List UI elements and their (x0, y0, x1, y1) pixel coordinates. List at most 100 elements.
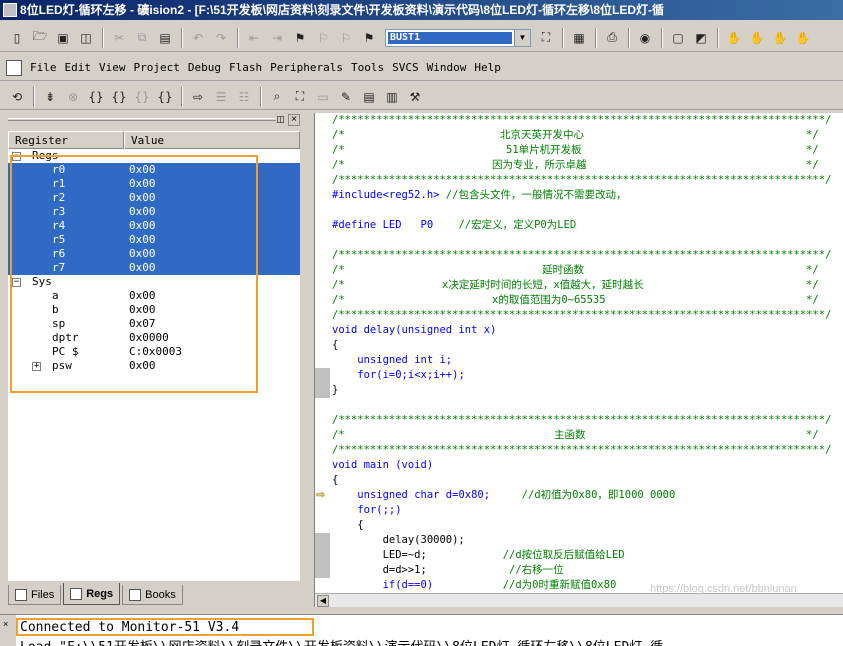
new-file-icon[interactable]: ▯ (6, 27, 28, 49)
tab-books[interactable]: Books (122, 585, 183, 605)
menu-window[interactable]: Window (423, 61, 471, 74)
code-line: /***************************************… (332, 249, 832, 261)
output-line: Load "F:\\51开发板\\网店资料\\刻录文件\\开发板资料\\演示代码… (20, 636, 663, 646)
find-in-files-icon[interactable]: ▦ (568, 27, 590, 49)
code-line: LED=~d; //d按位取反后赋值给LED (382, 549, 625, 561)
watermark: https://blog.csdn.net/bbnlunan (650, 583, 797, 595)
save-all-icon[interactable]: ◫ (75, 27, 97, 49)
memory-window-icon[interactable]: ▤ (358, 86, 380, 108)
separator (661, 27, 663, 48)
menu-flash[interactable]: Flash (225, 61, 266, 74)
menu-project[interactable]: Project (130, 61, 184, 74)
undo-icon[interactable]: ↶ (187, 27, 209, 49)
redo-icon[interactable]: ↷ (210, 27, 232, 49)
paste-icon[interactable]: ▤ (154, 27, 176, 49)
code-line: /* 北京天英开发中心 */ (332, 129, 819, 141)
trace-view-icon[interactable]: ☷ (233, 86, 255, 108)
print-icon[interactable]: ⎙ (601, 27, 623, 49)
disassembly-icon[interactable]: ⌕ (266, 86, 288, 108)
window-title-bar: 8位LED灯-循环左移 - 礦ision2 - [F:\51开发板\网店资料\刻… (0, 0, 843, 20)
save-icon[interactable]: ▣ (52, 27, 74, 49)
code-line: /***************************************… (332, 414, 832, 426)
chevron-down-icon[interactable]: ▼ (514, 29, 530, 46)
stop-icon[interactable]: ⊗ (62, 86, 84, 108)
copy-icon[interactable]: ⧉ (131, 27, 153, 49)
source-editor[interactable]: ⇨ /*************************************… (314, 113, 843, 607)
separator (102, 27, 104, 48)
open-folder-icon[interactable]: 🗁 (29, 27, 51, 49)
current-line-arrow-icon: ⇨ (316, 489, 326, 501)
menu-peripherals[interactable]: Peripherals (266, 61, 347, 74)
close-icon[interactable]: × (3, 619, 8, 629)
code-line: void main (void) (332, 459, 434, 471)
find-combo[interactable]: BUST1 ▼ (385, 28, 531, 47)
run-icon[interactable]: ⇟ (39, 86, 61, 108)
trace-icon[interactable]: ☰ (210, 86, 232, 108)
menu-view[interactable]: View (95, 61, 130, 74)
toolbox-icon[interactable]: ⚒ (404, 86, 426, 108)
code-line: /* 主函数 */ (332, 429, 819, 441)
bookmark-next-icon[interactable]: ⚐ (335, 27, 357, 49)
indent-icon[interactable]: ⇥ (266, 27, 288, 49)
bookmark-clear-icon[interactable]: ⚑ (358, 27, 380, 49)
step-over-icon[interactable]: {} (108, 86, 130, 108)
horizontal-scrollbar[interactable]: ◀ (315, 593, 843, 607)
code-coverage-mark (315, 533, 330, 578)
code-line: /* 延时函数 */ (332, 264, 819, 276)
code-coverage-icon[interactable]: ▭ (312, 86, 334, 108)
menu-file[interactable]: File (26, 61, 61, 74)
menu-edit[interactable]: Edit (61, 61, 96, 74)
show-next-statement-icon[interactable]: ⇨ (187, 86, 209, 108)
scroll-left-icon[interactable]: ◀ (317, 595, 329, 607)
editor-gutter[interactable]: ⇨ (315, 113, 330, 593)
menu-tools[interactable]: Tools (347, 61, 388, 74)
hand-all-icon[interactable]: ✋ (792, 27, 814, 49)
bookmark-prev-icon[interactable]: ⚐ (312, 27, 334, 49)
hand-clear-icon[interactable]: ✋ (769, 27, 791, 49)
code-line: } (332, 384, 339, 396)
step-out-icon[interactable]: {} (131, 86, 153, 108)
window-tile-icon[interactable]: ▢ (667, 27, 689, 49)
document-icon (6, 59, 22, 76)
watch-icon[interactable]: ⛶ (289, 86, 311, 108)
column-value[interactable]: Value (124, 131, 300, 149)
run-to-cursor-icon[interactable]: {} (154, 86, 176, 108)
code-line: unsigned char d=0x80; //d初值为0x80，即1000 0… (357, 489, 676, 501)
serial-window-icon[interactable]: ✎ (335, 86, 357, 108)
binoculars-icon[interactable]: ⛶ (535, 27, 557, 49)
menu-svcs[interactable]: SVCS (388, 61, 423, 74)
code-line: { (332, 339, 339, 351)
tab-label: Books (145, 588, 176, 601)
separator (181, 86, 183, 107)
code-line: /* 因为专业，所示卓越 */ (332, 159, 819, 171)
outdent-icon[interactable]: ⇤ (243, 27, 265, 49)
project-workspace-panel: ◫ × Register Value − Regs r0 0x00 r1 0x00 … (6, 113, 302, 607)
reset-icon[interactable]: ⟲ (6, 86, 28, 108)
performance-icon[interactable]: ▥ (381, 86, 403, 108)
close-icon[interactable]: × (288, 114, 300, 126)
debug-session-icon[interactable]: ◉ (634, 27, 656, 49)
step-into-icon[interactable]: {} (85, 86, 107, 108)
code-line: /* x的取值范围为0~65535 */ (332, 294, 819, 306)
tab-files[interactable]: Files (8, 585, 62, 605)
code-line: { (332, 474, 339, 486)
tab-label: Regs (86, 587, 114, 600)
hand-stop-icon[interactable]: ✋ (746, 27, 768, 49)
window-cascade-icon[interactable]: ◩ (690, 27, 712, 49)
code-line: /***************************************… (332, 174, 832, 186)
pin-icon[interactable]: ◫ (275, 114, 286, 125)
bookmark-toggle-icon[interactable]: ⚑ (289, 27, 311, 49)
regs-icon (70, 587, 83, 600)
code-line: #define LED P0 //宏定义，定义P0为LED (332, 219, 577, 231)
code-area[interactable]: /***************************************… (332, 113, 843, 593)
files-icon (15, 588, 27, 601)
tab-regs[interactable]: Regs (63, 583, 121, 605)
cut-icon[interactable]: ✂ (108, 27, 130, 49)
column-register[interactable]: Register (8, 131, 124, 149)
menu-help[interactable]: Help (470, 61, 505, 74)
panel-grip[interactable] (8, 118, 276, 121)
menu-debug[interactable]: Debug (184, 61, 225, 74)
code-line: /***************************************… (332, 444, 832, 456)
hand-icon[interactable]: ✋ (723, 27, 745, 49)
